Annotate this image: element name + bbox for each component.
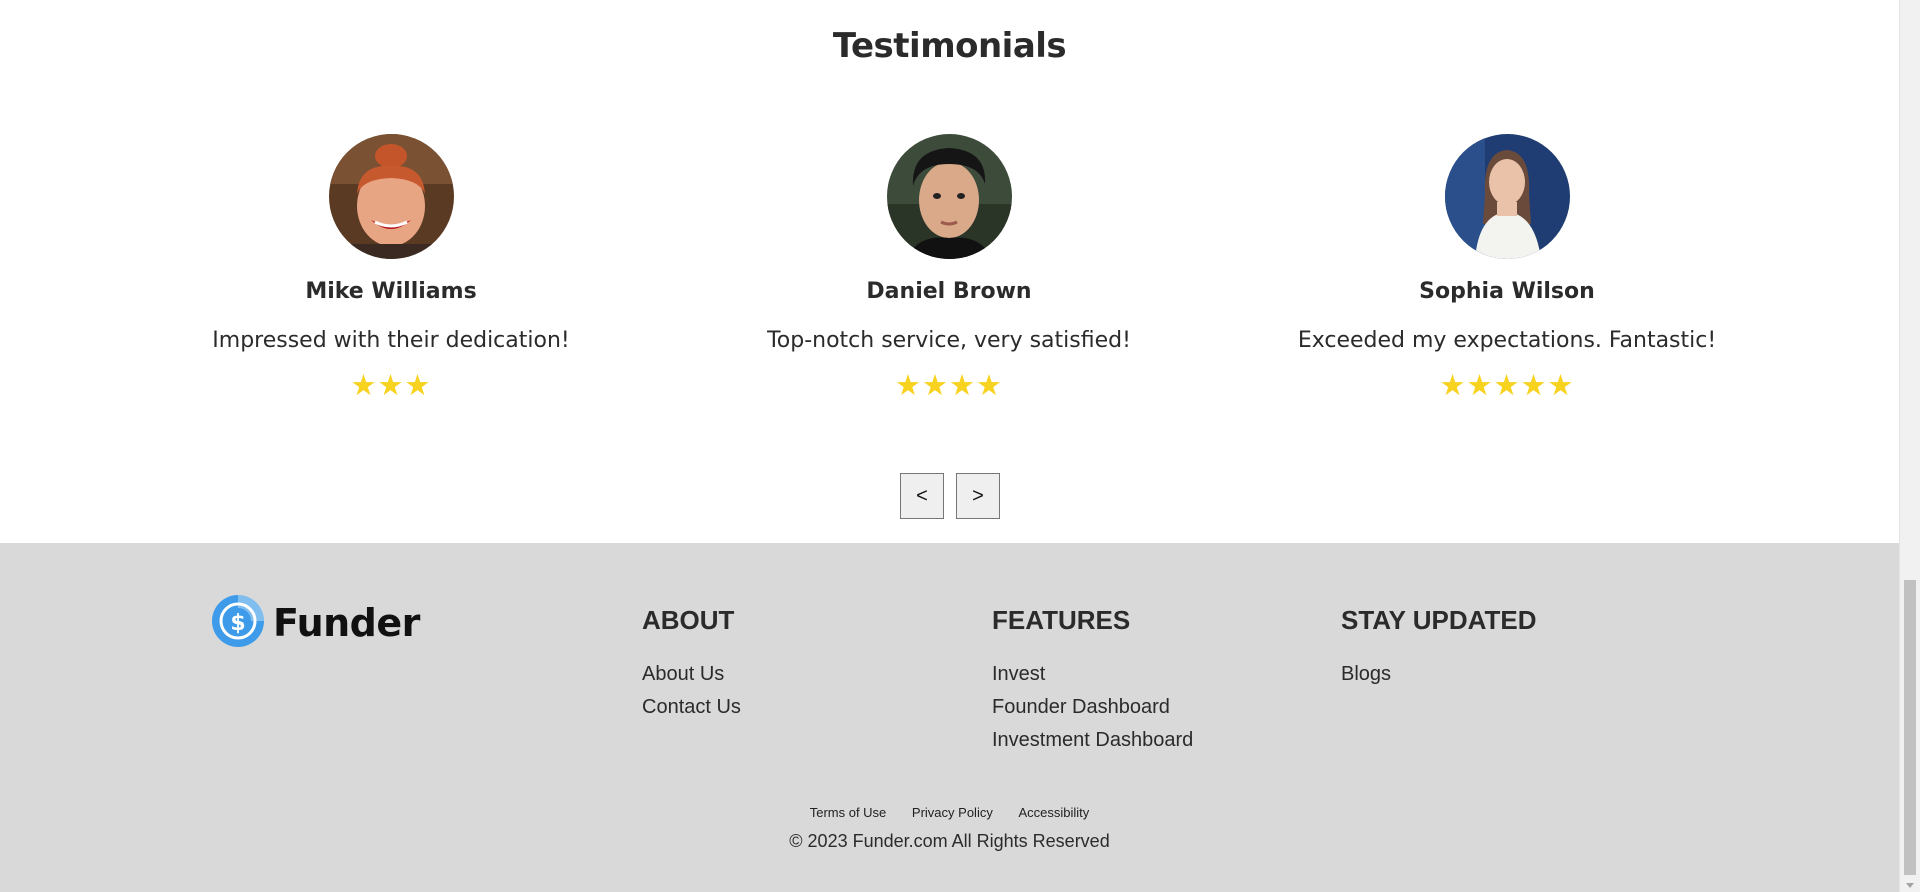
footer: $ Funder ABOUT About Us Contact Us FEATU… bbox=[0, 543, 1899, 892]
footer-link-about-us[interactable]: About Us bbox=[642, 658, 741, 691]
testimonial-quote: Impressed with their dedication! bbox=[212, 328, 570, 353]
testimonial-card: Daniel Brown Top-notch service, very sat… bbox=[699, 134, 1199, 400]
terms-of-use-link[interactable]: Terms of Use bbox=[810, 805, 887, 820]
footer-link-contact-us[interactable]: Contact Us bbox=[642, 691, 741, 724]
copyright-text: © 2023 Funder.com All Rights Reserved bbox=[789, 831, 1110, 851]
footer-column-about: ABOUT About Us Contact Us bbox=[642, 605, 741, 724]
brand-logo[interactable]: $ Funder bbox=[211, 594, 420, 652]
column-links: About Us Contact Us bbox=[642, 658, 741, 724]
privacy-policy-link[interactable]: Privacy Policy bbox=[912, 805, 993, 820]
testimonial-card: Sophia Wilson Exceeded my expectations. … bbox=[1257, 134, 1757, 400]
column-title: STAY UPDATED bbox=[1341, 605, 1537, 635]
avatar bbox=[328, 134, 454, 259]
carousel-nav: < > bbox=[900, 473, 1000, 519]
brand-name: Funder bbox=[273, 601, 420, 645]
column-title: ABOUT bbox=[642, 605, 735, 635]
column-title: FEATURES bbox=[992, 605, 1131, 635]
footer-link-founder-dashboard[interactable]: Founder Dashboard bbox=[992, 691, 1193, 724]
footer-column-stay-updated: STAY UPDATED Blogs bbox=[1341, 605, 1537, 691]
next-button[interactable]: > bbox=[956, 473, 1000, 519]
reviewer-name: Sophia Wilson bbox=[1419, 279, 1595, 304]
page: Testimonials Mike Williams Impressed wit… bbox=[0, 0, 1899, 892]
testimonial-card: Mike Williams Impressed with their dedic… bbox=[141, 134, 641, 400]
scrollbar-thumb[interactable] bbox=[1904, 580, 1916, 875]
star-rating: ★★★★ bbox=[895, 368, 1003, 402]
footer-link-blogs[interactable]: Blogs bbox=[1341, 658, 1537, 691]
footer-link-invest[interactable]: Invest bbox=[992, 658, 1193, 691]
testimonial-quote: Top-notch service, very satisfied! bbox=[767, 328, 1131, 353]
avatar bbox=[1444, 134, 1570, 259]
column-links: Blogs bbox=[1341, 658, 1537, 691]
testimonial-quote: Exceeded my expectations. Fantastic! bbox=[1297, 328, 1717, 353]
accessibility-link[interactable]: Accessibility bbox=[1018, 805, 1089, 820]
dollar-coin-icon: $ bbox=[211, 594, 265, 652]
reviewer-name: Daniel Brown bbox=[866, 279, 1032, 304]
footer-link-investment-dashboard[interactable]: Investment Dashboard bbox=[992, 724, 1193, 757]
column-links: Invest Founder Dashboard Investment Dash… bbox=[992, 658, 1193, 757]
previous-button[interactable]: < bbox=[900, 473, 944, 519]
star-rating: ★★★★★ bbox=[1439, 368, 1575, 402]
svg-text:$: $ bbox=[230, 611, 245, 636]
vertical-scrollbar[interactable] bbox=[1899, 0, 1920, 892]
star-rating: ★★★ bbox=[350, 368, 432, 402]
legal-bar: Terms of Use Privacy Policy Accessibilit… bbox=[0, 805, 1899, 852]
testimonials-section: Testimonials Mike Williams Impressed wit… bbox=[0, 0, 1899, 543]
avatar bbox=[886, 134, 1012, 259]
scroll-down-arrow-icon[interactable] bbox=[1906, 883, 1914, 888]
section-title: Testimonials bbox=[832, 26, 1067, 66]
legal-links: Terms of Use Privacy Policy Accessibilit… bbox=[0, 805, 1899, 820]
footer-column-features: FEATURES Invest Founder Dashboard Invest… bbox=[992, 605, 1193, 757]
reviewer-name: Mike Williams bbox=[305, 279, 477, 304]
